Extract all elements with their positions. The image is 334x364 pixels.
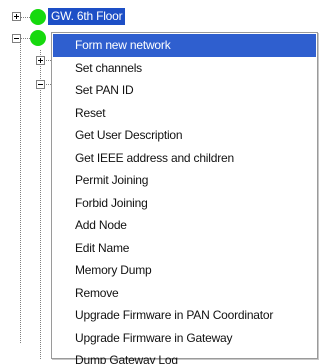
menu-item-add-node[interactable]: Add Node [52, 214, 317, 237]
menu-item-reset[interactable]: Reset [52, 102, 317, 125]
expand-toggle-plus[interactable] [12, 12, 21, 21]
node-status-icon [30, 30, 46, 46]
context-menu: Form new network Set channels Set PAN ID… [51, 32, 318, 364]
menu-item-memory-dump[interactable]: Memory Dump [52, 259, 317, 282]
expand-toggle-plus[interactable] [36, 56, 45, 65]
collapse-toggle-minus[interactable] [12, 34, 21, 43]
menu-item-edit-name[interactable]: Edit Name [52, 237, 317, 260]
node-status-icon [30, 9, 46, 25]
tree-connector [20, 44, 21, 344]
menu-item-form-new-network[interactable]: Form new network [53, 34, 316, 57]
menu-item-forbid-joining[interactable]: Forbid Joining [52, 192, 317, 215]
menu-item-upgrade-firmware-gateway[interactable]: Upgrade Firmware in Gateway [52, 327, 317, 350]
menu-item-get-user-description[interactable]: Get User Description [52, 124, 317, 147]
menu-item-permit-joining[interactable]: Permit Joining [52, 169, 317, 192]
menu-item-get-ieee-address[interactable]: Get IEEE address and children [52, 147, 317, 170]
collapse-toggle-minus[interactable] [36, 80, 45, 89]
menu-item-dump-gateway-log[interactable]: Dump Gateway Log [52, 349, 317, 364]
tree-connector [40, 50, 41, 360]
menu-item-set-channels[interactable]: Set channels [52, 57, 317, 80]
menu-item-remove[interactable]: Remove [52, 282, 317, 305]
screen: GW. 6th Floor Form new network Set chann… [0, 0, 334, 364]
tree-node-label[interactable]: GW. 6th Floor [48, 8, 126, 25]
menu-item-upgrade-firmware-pan-coordinator[interactable]: Upgrade Firmware in PAN Coordinator [52, 304, 317, 327]
menu-item-set-pan-id[interactable]: Set PAN ID [52, 79, 317, 102]
